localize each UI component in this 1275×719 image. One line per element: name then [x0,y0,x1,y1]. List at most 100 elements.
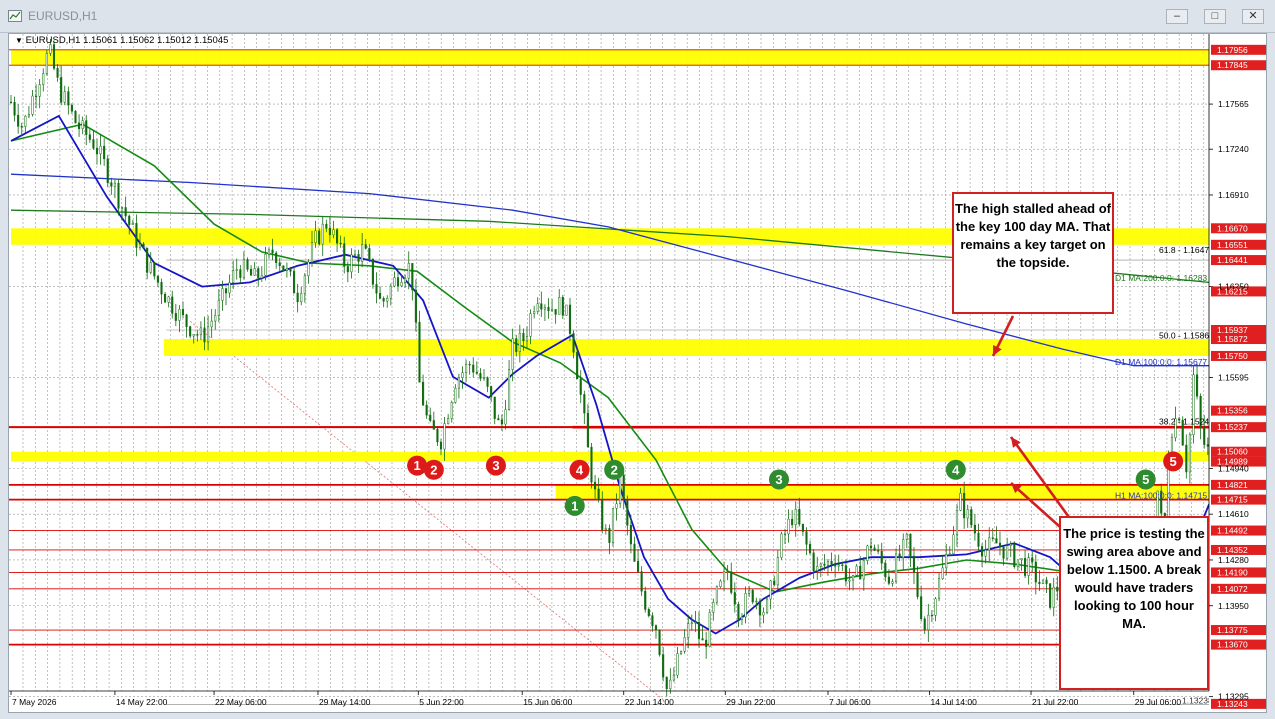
close-button[interactable]: ✕ [1242,9,1264,24]
candle-body [31,95,34,115]
maximize-button[interactable]: □ [1204,9,1226,24]
candle-body [350,254,353,273]
candle-body [167,296,170,303]
candle-body [923,618,926,631]
swing-marker-label: 3 [492,458,499,473]
candle-body [461,372,464,378]
candle-body [862,560,865,580]
price-tag-label: 1.14352 [1217,545,1248,555]
candle-body [393,277,396,287]
candle-body [773,580,776,586]
candle-body [1188,434,1191,473]
candle-body [207,326,210,343]
candle-body [783,533,787,535]
candle-body [103,145,106,160]
candle-body [970,509,973,526]
candle-body [823,563,826,566]
candle-body [24,115,27,127]
chart-plot-area[interactable]: ▼ EURUSD,H1 1.15061 1.15062 1.15012 1.15… [8,33,1267,713]
swing-marker-label: 2 [611,462,618,477]
candle-body [13,101,16,116]
grid-lines [9,34,1209,697]
candle-body [382,298,385,302]
candle-body [586,412,589,448]
candle-body [565,304,568,316]
candle-body [601,499,604,530]
candle-body [515,338,518,352]
price-tick-label: 1.17240 [1218,144,1249,154]
candle-body [321,223,324,245]
candle-body [880,551,883,564]
candle-body [633,543,636,562]
candle-body [898,553,901,558]
title-bar[interactable]: EURUSD,H1 – □ ✕ [0,0,1275,33]
candle-body [17,114,20,127]
candle-body [981,546,984,557]
candle-body [604,528,607,530]
swing-marker-label: 1 [413,458,420,473]
candle-body [751,589,754,603]
price-tag-label: 1.15872 [1217,334,1248,344]
candle-body [658,629,661,655]
candle-body [88,134,91,140]
candle-body [1024,558,1027,576]
candle-body [973,524,976,534]
candle-body [547,306,550,312]
candle-body [572,333,575,353]
candle-body [930,614,933,617]
candle-body [368,248,371,260]
candle-body [905,533,908,540]
indicator-label: H1 MA:100:0:0: 1.14715 [1115,491,1207,501]
candle-body [178,309,181,321]
candle-body [214,315,217,322]
candle-body [755,600,758,603]
candle-body [1056,587,1059,592]
candle-body [235,269,238,271]
candle-body [1041,579,1045,585]
price-tag-label: 1.14821 [1217,480,1248,490]
candle-body [242,259,245,278]
indicator-label: D1 MA:100:0:0: 1.15677 [1115,357,1207,367]
candle-body [285,267,288,271]
candle-body [92,139,95,149]
candle-body [812,552,815,571]
candle-body [651,615,654,626]
candle-body [146,247,149,273]
candle-body [529,313,532,337]
candle-body [794,509,797,526]
candle-body [70,104,73,112]
candle-body [20,126,23,128]
candle-body [723,571,726,582]
candle-body [608,528,611,543]
candle-body [619,474,622,504]
candle-body [866,545,869,561]
symbol-info: ▼ EURUSD,H1 1.15061 1.15062 1.15012 1.15… [15,35,228,46]
candle-body [662,654,665,678]
candle-body [332,229,335,236]
candle-body [128,215,131,225]
candle-body [522,333,525,342]
candle-body [314,230,317,243]
collapse-arrow-icon[interactable]: ▼ [15,36,23,45]
minimize-button[interactable]: – [1166,9,1188,24]
candle-body [647,609,650,616]
candle-body [715,586,718,603]
candle-body [697,622,701,639]
candle-body [60,77,63,103]
candle-body [762,612,765,616]
candle-body [27,114,30,117]
candle-body [766,598,769,613]
candle-body [568,304,572,334]
candle-body [579,378,582,395]
candle-body [436,429,439,443]
candle-body [776,557,779,586]
candle-body [988,537,991,551]
price-tag-label: 1.14989 [1217,457,1248,467]
candle-body [171,296,174,314]
candles [9,38,1209,697]
candle-body [411,263,414,291]
price-tick-label: 1.17565 [1218,99,1249,109]
candle-body [224,288,228,294]
candle-body [328,228,331,236]
swing-marker-label: 5 [1142,472,1149,487]
